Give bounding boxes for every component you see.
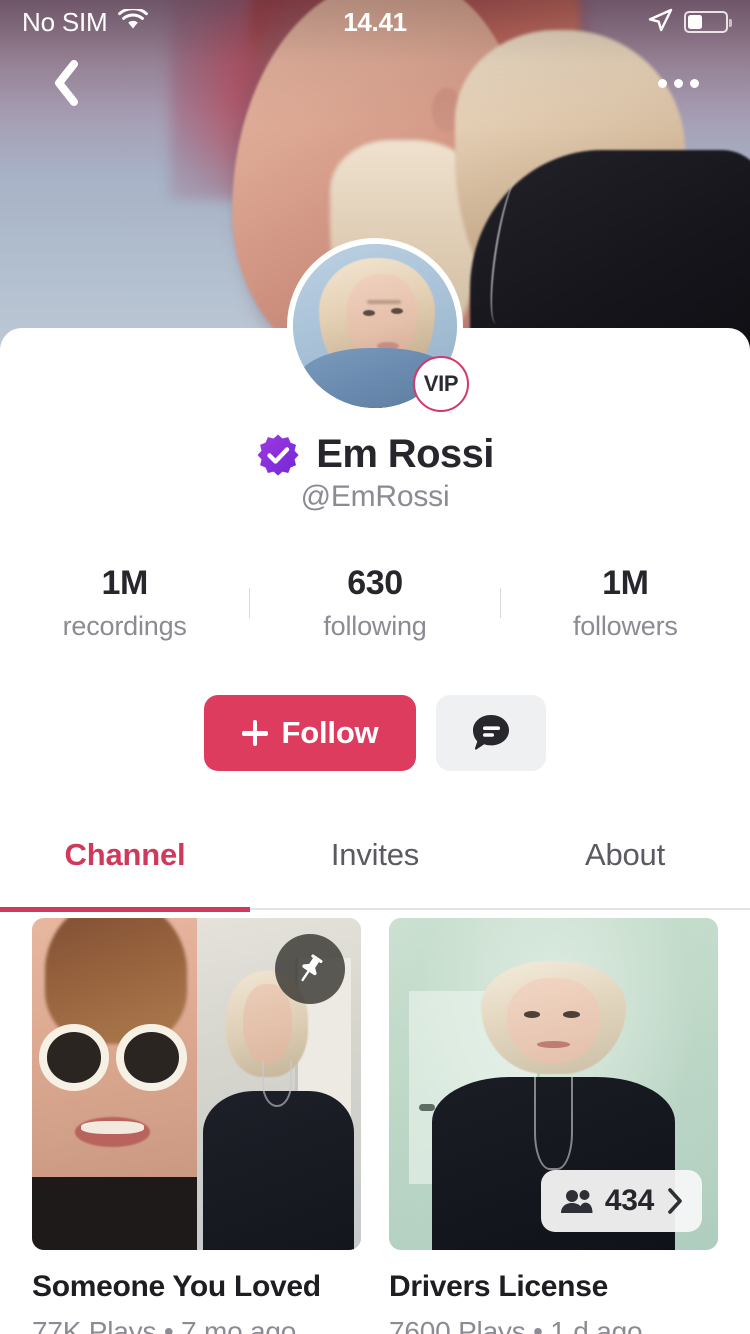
- tab-about[interactable]: About: [500, 812, 750, 912]
- follow-button[interactable]: Follow: [203, 695, 417, 771]
- stat-label: recordings: [62, 611, 187, 641]
- page-title: Em Rossi: [316, 432, 494, 476]
- tab-channel[interactable]: Channel: [0, 812, 250, 912]
- stat-label: followers: [572, 611, 678, 641]
- plus-icon: [241, 720, 268, 746]
- verified-badge-icon: [257, 434, 299, 476]
- recordings-grid: Someone You Loved 77K Plays • 7 mo ago 4…: [0, 918, 750, 1334]
- recording-title: Someone You Loved: [32, 1270, 321, 1303]
- pin-icon: [301, 954, 323, 982]
- recording-meta: 77K Plays • 7 mo ago: [32, 1316, 297, 1334]
- stat-following[interactable]: 630 following: [250, 564, 499, 642]
- status-bar: No SIM 14.41: [0, 0, 750, 44]
- avatar[interactable]: VIP: [287, 238, 469, 414]
- chevron-left-icon: [55, 60, 78, 106]
- recording-title: Drivers License: [389, 1270, 608, 1303]
- message-button[interactable]: [436, 695, 547, 771]
- people-icon: [560, 1190, 593, 1213]
- recording-meta: 7600 Plays • 1 d ago: [389, 1316, 643, 1334]
- stat-recordings[interactable]: 1M recordings: [0, 564, 249, 642]
- stat-followers[interactable]: 1M followers: [501, 564, 750, 642]
- chat-bubble-icon: [473, 715, 510, 750]
- navigation-bar: [0, 48, 750, 118]
- stat-value: 630: [347, 564, 403, 602]
- viewers-badge[interactable]: 434: [540, 1170, 702, 1232]
- stat-label: following: [323, 611, 427, 641]
- vip-badge: VIP: [413, 356, 469, 412]
- more-options-button[interactable]: [650, 57, 706, 109]
- profile-handle: @EmRossi: [300, 480, 450, 513]
- more-dot: [689, 78, 699, 88]
- back-button[interactable]: [44, 57, 88, 109]
- profile-stats: 1M recordings 630 following 1M followers: [0, 560, 750, 646]
- more-dot: [657, 78, 667, 88]
- viewers-count: 434: [604, 1184, 654, 1217]
- stat-value: 1M: [101, 564, 148, 602]
- recording-card[interactable]: Someone You Loved 77K Plays • 7 mo ago: [32, 918, 361, 1334]
- profile-screen: No SIM 14.41 VIP Em Rossi @EmRossi 1M re…: [0, 0, 750, 1334]
- recording-thumbnail: 434: [389, 918, 718, 1250]
- chevron-right-icon: [668, 1188, 682, 1214]
- more-dot: [673, 78, 683, 88]
- tab-invites[interactable]: Invites: [250, 812, 500, 912]
- profile-name-row: Em Rossi: [0, 432, 750, 477]
- pinned-badge: [275, 934, 345, 1004]
- profile-tabs: Channel Invites About: [0, 812, 750, 912]
- stat-value: 1M: [602, 564, 649, 602]
- battery-icon: [684, 11, 732, 33]
- clock-label: 14.41: [343, 6, 407, 37]
- recording-thumbnail: [32, 918, 361, 1250]
- profile-actions: Follow: [0, 695, 750, 771]
- follow-button-label: Follow: [281, 715, 379, 750]
- recording-card[interactable]: 434 Drivers License 7600 Plays • 1 d ago: [389, 918, 718, 1334]
